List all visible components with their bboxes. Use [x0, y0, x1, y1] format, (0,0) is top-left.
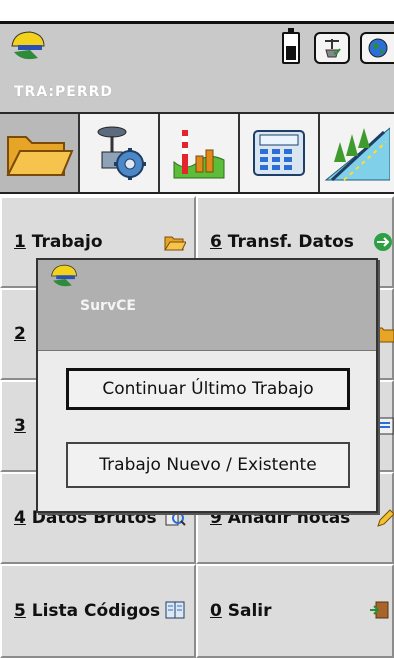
survce-logo-icon [11, 31, 45, 60]
satellite-receiver-button[interactable] [314, 32, 350, 64]
menu-item-number: 0 [210, 601, 222, 621]
menu-item-label: Lista Códigos [25, 601, 161, 621]
menu-item-number: 3 [14, 416, 26, 436]
folder-icon [6, 136, 74, 176]
survce-dialog: SurvCE Continuar Último Trabajo Trabajo … [36, 258, 378, 513]
transfer-icon [374, 233, 392, 251]
equipment-gear-icon [97, 126, 146, 180]
dialog-title: SurvCE [80, 298, 136, 314]
toolbar-tabs [0, 114, 394, 194]
open-folder-icon [164, 236, 186, 251]
menu-item-label: Salir [221, 601, 272, 621]
survce-logo-icon [51, 264, 77, 287]
globe-button[interactable] [360, 32, 394, 64]
menu-item-salir[interactable]: 0 Salir [196, 564, 394, 658]
menu-item-number: 5 [14, 601, 26, 621]
tab-cogo[interactable] [240, 114, 320, 192]
tab-equipment[interactable] [80, 114, 160, 192]
top-bar [0, 0, 394, 24]
menu-item-number: 4 [14, 508, 26, 528]
menu-item-number: 2 [14, 324, 26, 344]
new-existing-job-button[interactable]: Trabajo Nuevo / Existente [66, 442, 350, 488]
menu-item-label: Transf. Datos [221, 232, 354, 252]
menu-item-label: Trabajo [25, 232, 103, 252]
calculator-icon [253, 130, 305, 176]
road-trees-icon [324, 127, 390, 182]
survey-chart-icon [173, 130, 225, 179]
menu-item-number: 6 [210, 232, 222, 252]
code-book-icon [165, 601, 185, 619]
tab-road[interactable] [320, 114, 394, 192]
tab-file[interactable] [0, 114, 80, 192]
tab-survey[interactable] [160, 114, 240, 192]
exit-icon [370, 601, 389, 619]
menu-item-lista-codigos[interactable]: 5 Lista Códigos [0, 564, 196, 658]
satellite-receiver-icon [325, 39, 341, 58]
continue-last-job-button[interactable]: Continuar Último Trabajo [66, 368, 350, 410]
dialog-title-bar: SurvCE [38, 260, 376, 351]
globe-icon [368, 38, 388, 58]
app-header: TRA:PERRD [0, 24, 394, 114]
battery-icon[interactable] [282, 28, 300, 64]
job-name: TRA:PERRD [14, 84, 114, 100]
menu-item-number: 1 [14, 232, 26, 252]
